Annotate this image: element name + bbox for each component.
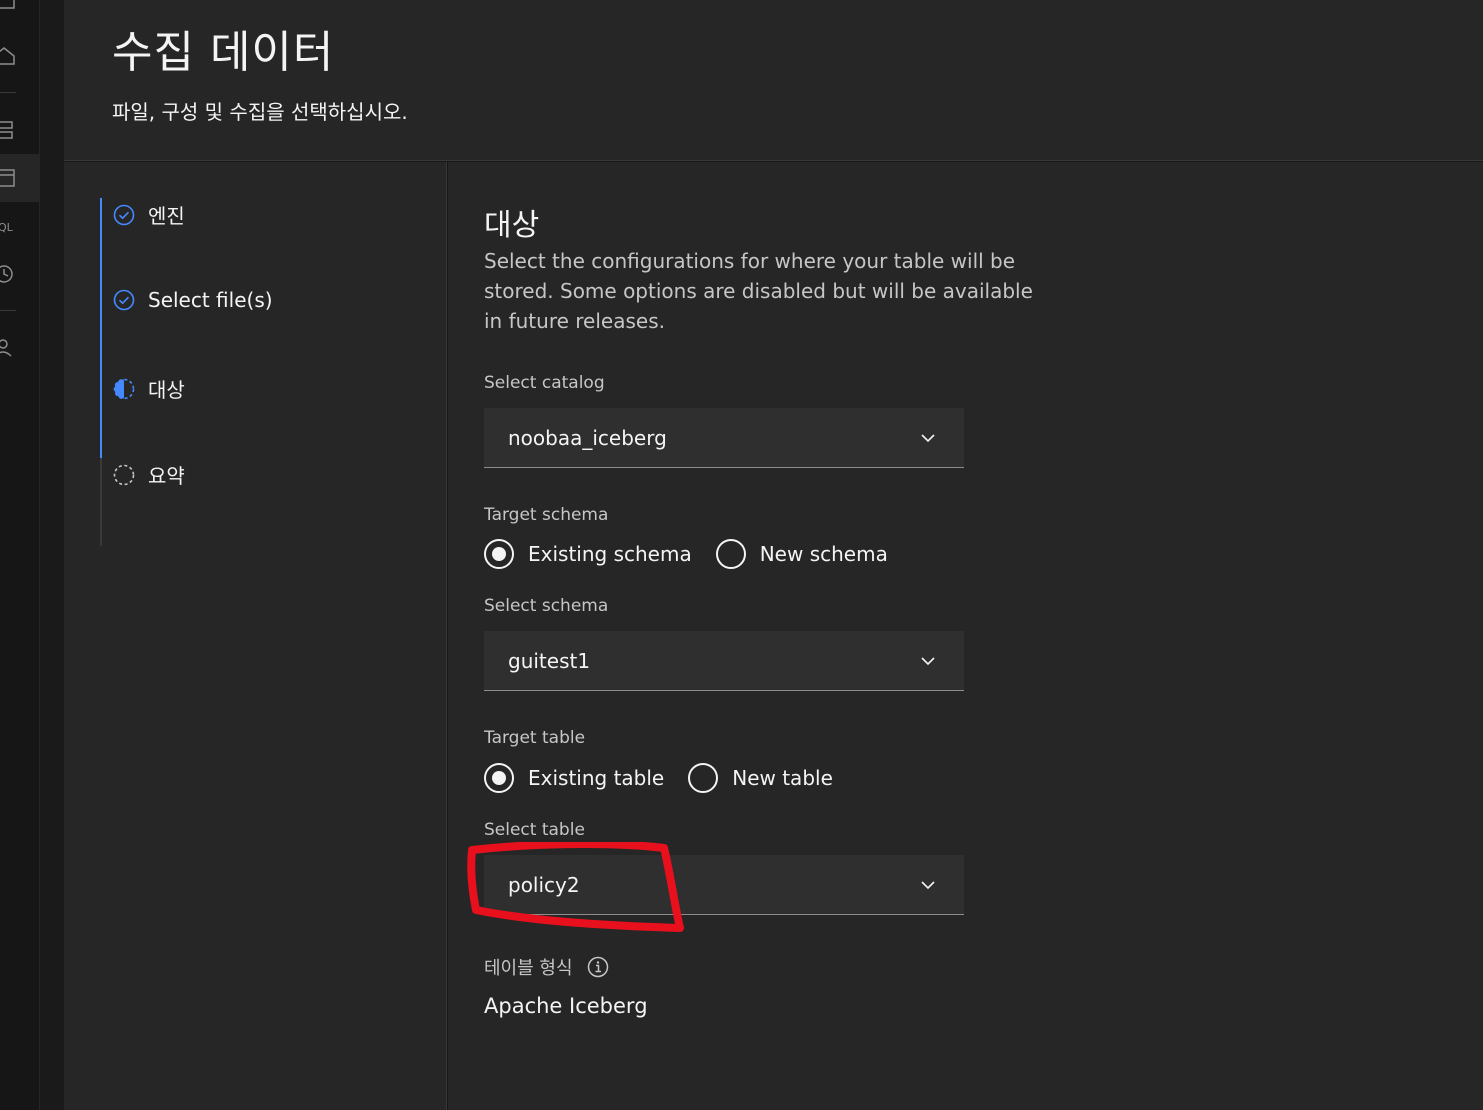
catalog-dropdown[interactable]: noobaa_iceberg (484, 408, 964, 468)
table-format-label: 테이블 형식 (484, 958, 573, 979)
schema-value: guitest1 (508, 648, 591, 673)
step-target[interactable]: 대상 (112, 374, 185, 403)
radio-label: New schema (759, 542, 888, 566)
step-track-complete (100, 198, 102, 458)
history-icon[interactable] (0, 264, 20, 284)
chevron-down-icon (921, 657, 935, 666)
table-label: Select table (484, 820, 585, 840)
schema-label: Select schema (484, 596, 609, 616)
circle-dash-icon (112, 463, 136, 487)
infrastructure-icon[interactable] (0, 120, 20, 140)
step-label: 대상 (148, 378, 185, 402)
target-table-label: Target table (484, 728, 586, 748)
step-summary[interactable]: 요약 (112, 460, 185, 489)
menu-icon[interactable] (0, 0, 20, 14)
incomplete-half-icon (112, 377, 136, 401)
table-value: policy2 (508, 872, 580, 897)
rail-gutter (40, 0, 64, 1110)
access-control-icon[interactable] (0, 338, 20, 358)
existing-schema-radio[interactable]: Existing schema (484, 539, 692, 569)
table-format-row: 테이블 형식 (484, 954, 609, 980)
target-form: 대상 Select the configurations for where y… (448, 162, 1483, 1110)
new-table-radio[interactable]: New table (688, 763, 833, 793)
target-table-radio-group: Existing table New table (484, 763, 857, 793)
sql-icon[interactable]: QL (0, 216, 20, 236)
page-title: 수집 데이터 (112, 27, 335, 78)
data-manager-icon[interactable] (0, 168, 20, 188)
catalog-label: Select catalog (484, 373, 605, 393)
home-icon[interactable] (0, 46, 20, 66)
step-label: 요약 (148, 464, 185, 488)
step-label: 엔진 (148, 204, 185, 228)
app-rail: QL (0, 0, 40, 1110)
section-title: 대상 (484, 208, 540, 243)
page-header: 수집 데이터 파일, 구성 및 수집을 선택하십시오. (64, 0, 1483, 161)
rail-divider (0, 92, 16, 93)
radio-unselected-icon (715, 539, 746, 569)
table-dropdown[interactable]: policy2 (484, 855, 964, 915)
radio-selected-icon (484, 763, 514, 793)
new-schema-radio[interactable]: New schema (715, 539, 888, 569)
existing-table-radio[interactable]: Existing table (484, 763, 664, 793)
svg-text:QL: QL (0, 221, 14, 234)
checkmark-outline-icon (112, 288, 136, 312)
radio-selected-icon (484, 539, 514, 569)
checkmark-outline-icon (112, 203, 136, 227)
page-subtitle: 파일, 구성 및 수집을 선택하십시오. (112, 100, 408, 124)
step-select-files[interactable]: Select file(s) (112, 288, 273, 312)
rail-divider (0, 310, 16, 311)
chevron-down-icon (921, 434, 935, 443)
radio-unselected-icon (688, 763, 719, 793)
progress-indicator: 엔진 Select file(s) 대상 요약 (64, 162, 447, 1110)
radio-label: New table (732, 766, 833, 790)
step-label: Select file(s) (148, 288, 273, 312)
catalog-value: noobaa_iceberg (508, 425, 667, 450)
step-engine[interactable]: 엔진 (112, 200, 185, 229)
chevron-down-icon (921, 881, 935, 890)
section-description: Select the configurations for where your… (484, 249, 1033, 333)
table-format-value: Apache Iceberg (484, 994, 648, 1018)
schema-dropdown[interactable]: guitest1 (484, 631, 964, 691)
target-schema-label: Target schema (484, 505, 609, 525)
radio-label: Existing table (528, 766, 665, 790)
target-schema-radio-group: Existing schema New schema (484, 539, 912, 569)
information-icon[interactable] (587, 956, 609, 978)
radio-label: Existing schema (528, 542, 692, 566)
